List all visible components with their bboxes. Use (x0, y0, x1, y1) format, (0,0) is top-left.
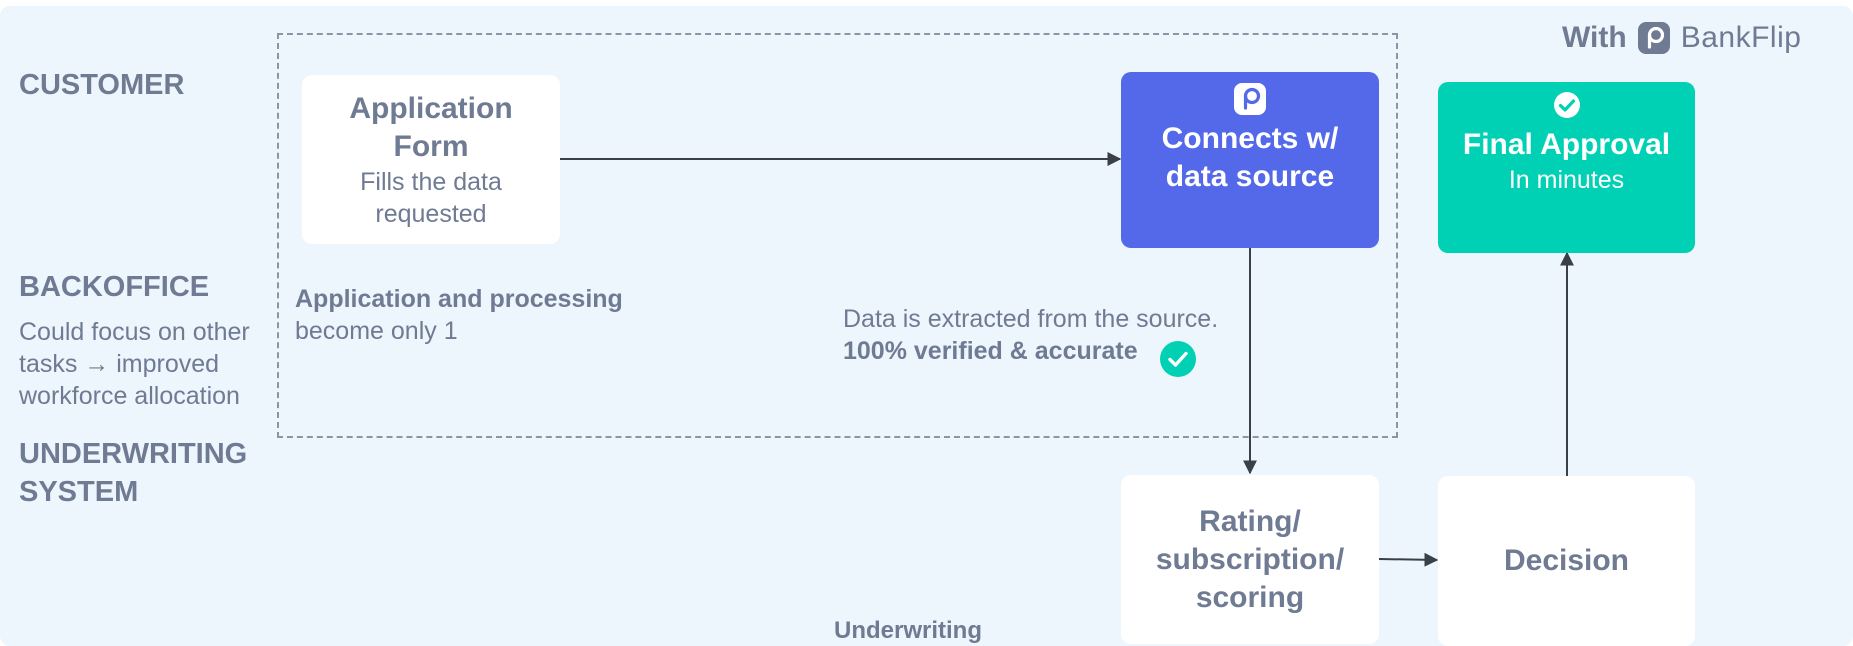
application-form-title-line2: Form (393, 129, 469, 163)
decision-node: Decision (1438, 476, 1695, 646)
application-form-title: Application Form (349, 90, 512, 166)
connects-title-line2: data source (1165, 160, 1335, 193)
application-form-node: Application Form Fills the data requeste… (302, 75, 560, 244)
check-circle-icon (1160, 341, 1196, 377)
decision-title: Decision (1503, 544, 1630, 577)
application-form-sub-line2: requested (375, 199, 487, 228)
application-form-sub-line1: Fills the data (360, 167, 502, 196)
diagram-canvas: CUSTOMER BACKOFFICE Could focus on other… (0, 6, 1853, 646)
rating-title-line3: scoring (1195, 580, 1305, 614)
connects-title-line1: Connects w/ (1161, 122, 1339, 155)
application-processing-note: Application and processing become only 1 (295, 283, 623, 347)
final-approval-subtitle: In minutes (1508, 166, 1625, 194)
extraction-line1: Data is extracted from the source. (843, 305, 1219, 333)
final-approval-node: Final Approval In minutes (1438, 82, 1695, 253)
application-processing-bold: Application and processing (295, 285, 623, 313)
bankflip-logo-icon (1234, 83, 1266, 115)
connects-title: Connects w/ data source (1162, 120, 1339, 196)
application-processing-rest: become only 1 (295, 317, 458, 345)
check-circle-icon (1553, 92, 1580, 118)
rating-scoring-node: Rating/ subscription/ scoring (1121, 475, 1379, 644)
arrow-rating-to-decision (1378, 552, 1439, 567)
rating-title-line1: Rating/ (1199, 504, 1301, 538)
rating-title-line2: subscription/ (1155, 542, 1345, 576)
final-approval-title: Final Approval (1462, 128, 1671, 161)
connects-data-source-node: Connects w/ data source (1121, 72, 1379, 248)
application-form-title-line1: Application (349, 91, 513, 125)
rating-title: Rating/ subscription/ scoring (1156, 503, 1344, 617)
underwriting-label: Underwriting (834, 617, 982, 644)
application-form-subtitle: Fills the data requested (360, 166, 502, 230)
extraction-verified: 100% verified & accurate (843, 337, 1138, 365)
